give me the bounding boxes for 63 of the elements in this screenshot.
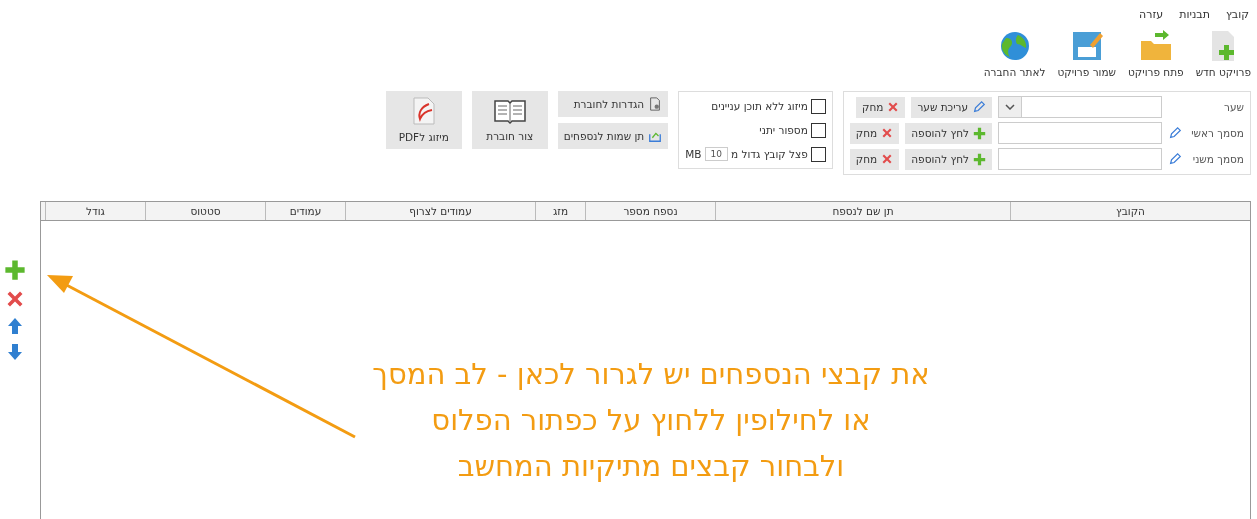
column-header[interactable]: עמודים לצרוף: [345, 202, 535, 220]
booklet-button[interactable]: הגדרות לחוברת: [557, 91, 669, 117]
chevron-down-icon: [1005, 104, 1015, 110]
toolbar-button[interactable]: שמור פרויקט: [1057, 29, 1117, 85]
input-field[interactable]: [998, 122, 1162, 144]
checkbox-label: מספור יתני: [759, 124, 808, 136]
column-header[interactable]: נספח מספר: [585, 202, 715, 220]
delete-button[interactable]: מחק: [849, 122, 900, 144]
file-gear-icon: [648, 97, 663, 111]
checkbox[interactable]: [810, 122, 826, 138]
checkbox-label: פצל קובץ גדול מ: [730, 148, 808, 160]
book-icon: [492, 98, 527, 124]
unit-label: MB: [685, 148, 702, 160]
checkbox-label: מיזוג ללא תוכן עניינים: [711, 100, 808, 112]
tool-button[interactable]: [4, 259, 26, 281]
column-header[interactable]: גודל: [45, 202, 145, 220]
plus-icon: [4, 259, 26, 281]
annotation-text: או לחילופין ללחוץ על כפתור הפלוס: [431, 403, 871, 437]
close-icon: [887, 101, 900, 113]
toolbar-button[interactable]: פתח פרויקט: [1128, 29, 1184, 85]
booklet-button[interactable]: תן שמות לנספחים: [557, 123, 669, 149]
close-icon: [5, 289, 25, 309]
input-field[interactable]: [998, 148, 1162, 170]
checkbox[interactable]: [810, 146, 826, 162]
menu-item[interactable]: עזרה: [1139, 8, 1164, 21]
annotation-text: ולבחור קבצים מתיקיות המחשב: [457, 449, 845, 483]
edit-button[interactable]: עריכת שער: [911, 96, 992, 118]
folder-icon: [1138, 29, 1173, 63]
merge-pdf-button[interactable]: מיזוג לPDF: [385, 91, 462, 149]
dropdown-field[interactable]: [998, 96, 1162, 118]
arrow-up-icon: [7, 317, 23, 335]
column-header[interactable]: מזג: [535, 202, 585, 220]
plus-icon: [973, 152, 986, 166]
tool-button[interactable]: [5, 289, 25, 309]
tool-button[interactable]: [7, 343, 23, 361]
annotation-text: את קבצי הנספחים יש לגרור לכאן - לב המסך: [372, 357, 930, 391]
field-label: שער: [1223, 101, 1244, 113]
tool-button[interactable]: [7, 317, 23, 335]
pdf-file-icon: [411, 97, 436, 125]
checkbox[interactable]: [810, 98, 826, 114]
pencil-icon: [972, 100, 986, 114]
close-icon: [881, 153, 894, 165]
toolbar-button[interactable]: לאתר החברה: [983, 29, 1046, 85]
column-header[interactable]: עמודים: [265, 202, 345, 220]
arrow-down-icon: [7, 343, 23, 361]
add-button[interactable]: לחץ להוספה: [905, 122, 992, 144]
field-label: מסמך משני: [1191, 153, 1244, 165]
delete-button[interactable]: מחק: [855, 96, 906, 118]
close-icon: [881, 127, 894, 139]
field-label: מסמך ראשי: [1190, 127, 1244, 139]
column-header[interactable]: הקובץ: [1010, 202, 1250, 220]
number-field[interactable]: 10: [704, 147, 728, 161]
pencil-icon: [1168, 126, 1182, 140]
menu-item[interactable]: תבניות: [1179, 8, 1210, 21]
add-button[interactable]: לחץ להוספה: [905, 148, 992, 170]
pencil-icon: [1168, 152, 1182, 166]
column-header[interactable]: סטטוס: [145, 202, 265, 220]
delete-button[interactable]: מחק: [849, 148, 900, 170]
plus-icon: [973, 126, 986, 140]
create-booklet-button[interactable]: צור חוברת: [471, 91, 548, 149]
menu-item[interactable]: קובץ: [1225, 8, 1249, 21]
column-header[interactable]: תן שם לנספח: [715, 202, 1010, 220]
toolbar-button[interactable]: פרויקט חדש: [1195, 29, 1251, 85]
